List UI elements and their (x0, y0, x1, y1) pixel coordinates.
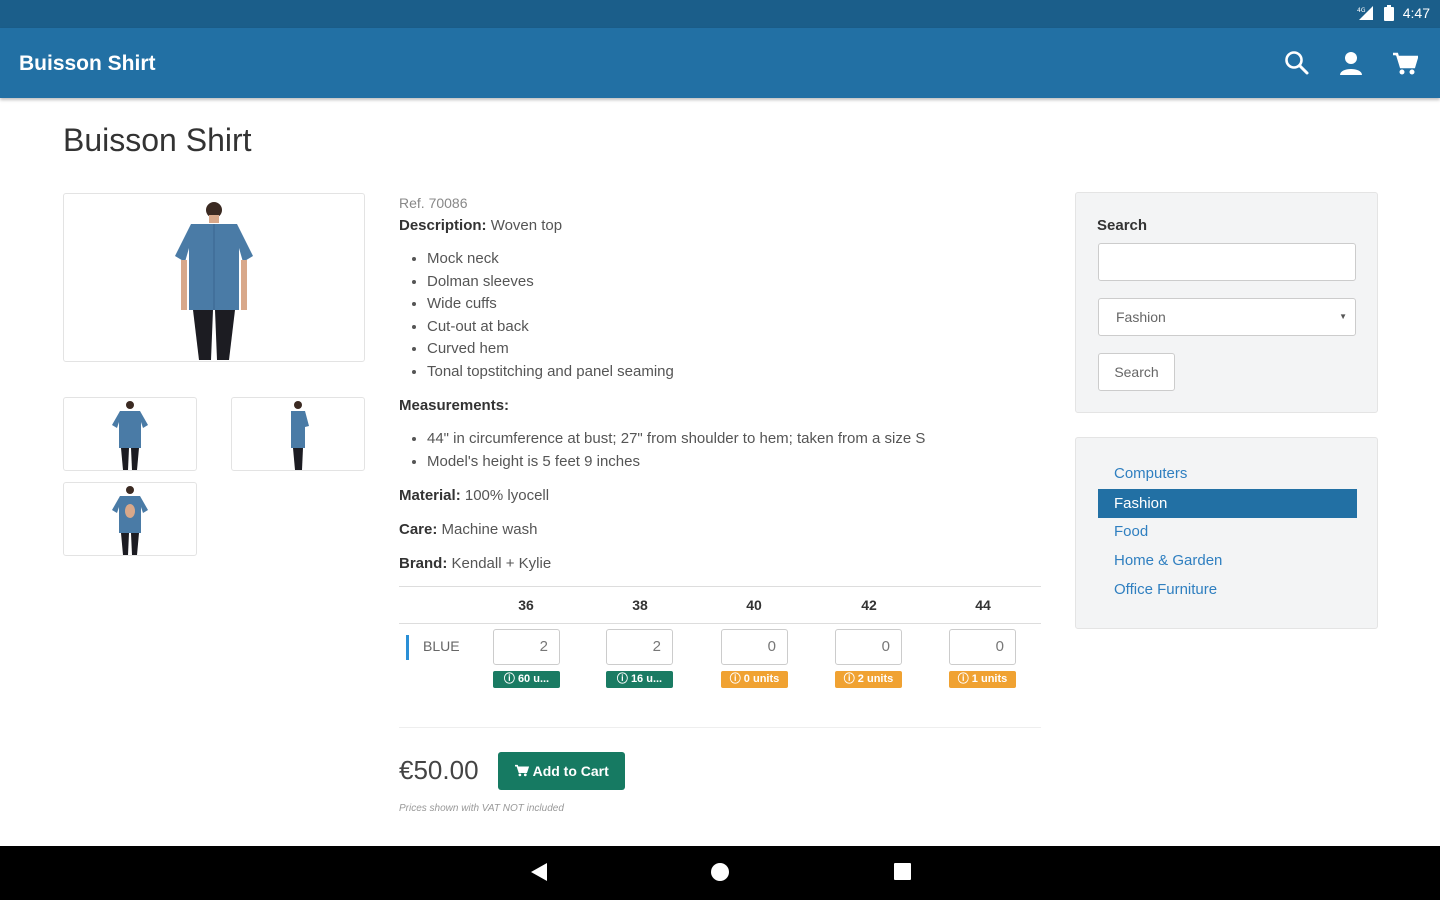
size-header: 38 (632, 597, 648, 613)
material-line: Material: 100% lyocell (399, 487, 549, 504)
cart-icon (514, 763, 532, 779)
brand-value: Kendall + Kylie (451, 555, 552, 572)
product-price: €50.00 (399, 755, 479, 785)
quantity-input[interactable]: 2 (493, 629, 560, 665)
stock-text: 2 units (857, 673, 894, 685)
category-link-fashion[interactable]: Fashion (1098, 489, 1357, 518)
cart-icon[interactable] (1392, 48, 1419, 78)
color-label: BLUE (406, 635, 460, 660)
stock-badge: ⓘ 16 u... (606, 671, 673, 688)
size-header: 44 (975, 597, 991, 613)
size-header: 40 (746, 597, 762, 613)
category-link-home-garden[interactable]: Home & Garden (1098, 546, 1357, 575)
shirt-thumbnail-image (291, 401, 309, 470)
stock-text: 1 units (971, 673, 1008, 685)
search-button[interactable]: Search (1098, 353, 1175, 391)
feature-item: Tonal topstitching and panel seaming (427, 361, 674, 384)
care-line: Care: Machine wash (399, 521, 537, 538)
description-value: Woven top (490, 217, 563, 234)
stock-badge: ⓘ 1 units (949, 671, 1016, 688)
size-header: 36 (518, 597, 534, 613)
search-input[interactable] (1098, 243, 1356, 281)
home-icon[interactable] (710, 862, 730, 887)
search-panel: Search Fashion ▼ Search (1075, 192, 1378, 413)
price-note: Prices shown with VAT NOT included (399, 803, 564, 814)
stock-text: 16 u... (630, 673, 663, 685)
add-to-cart-label: Add to Cart (532, 763, 609, 779)
search-label: Search (1097, 217, 1148, 234)
shirt-thumbnail-image (112, 401, 148, 470)
add-to-cart-button[interactable]: Add to Cart (498, 752, 625, 790)
variant-grid: 36 38 40 42 44 BLUE 2 2 0 0 0 ⓘ 60 u... … (399, 586, 1041, 728)
app-title: Buisson Shirt (19, 52, 156, 75)
measurements-label: Measurements: (399, 397, 510, 414)
measurement-item: Model's height is 5 feet 9 inches (427, 451, 925, 474)
brand-label: Brand: (399, 555, 448, 572)
stock-badge: ⓘ 0 units (721, 671, 788, 688)
category-panel: Computers Fashion Food Home & Garden Off… (1075, 437, 1378, 629)
quantity-input[interactable]: 2 (606, 629, 673, 665)
category-link-office-furniture[interactable]: Office Furniture (1098, 575, 1357, 604)
product-main-image[interactable] (63, 193, 365, 362)
feature-item: Curved hem (427, 338, 674, 361)
measurement-item: 44" in circumference at bust; 27" from s… (427, 428, 925, 451)
material-label: Material: (399, 487, 461, 504)
material-value: 100% lyocell (464, 487, 550, 504)
app-bar: Buisson Shirt (0, 28, 1440, 98)
svg-text:4G: 4G (1357, 7, 1366, 14)
brand-line: Brand: Kendall + Kylie (399, 555, 551, 572)
feature-item: Wide cuffs (427, 293, 674, 316)
quantity-input[interactable]: 0 (721, 629, 788, 665)
product-thumbnail[interactable] (63, 482, 197, 556)
description-line: Description: Woven top (399, 217, 562, 234)
page-title: Buisson Shirt (63, 122, 252, 158)
measurements-line: Measurements: (399, 397, 509, 414)
stock-text: 60 u... (517, 673, 550, 685)
caret-down-icon: ▼ (1339, 312, 1347, 321)
quantity-input[interactable]: 0 (949, 629, 1016, 665)
measurements-list: 44" in circumference at bust; 27" from s… (427, 428, 925, 473)
back-icon[interactable] (530, 862, 548, 887)
care-label: Care: (399, 521, 438, 538)
product-reference: Ref. 70086 (399, 195, 468, 211)
feature-item: Cut-out at back (427, 316, 674, 339)
account-icon[interactable] (1338, 48, 1364, 78)
product-thumbnail[interactable] (63, 397, 197, 471)
category-link-computers[interactable]: Computers (1098, 459, 1357, 488)
stock-badge: ⓘ 2 units (835, 671, 902, 688)
care-value: Machine wash (441, 521, 538, 538)
size-header: 42 (861, 597, 877, 613)
shirt-thumbnail-image (112, 486, 148, 555)
feature-item: Mock neck (427, 248, 674, 271)
feature-list: Mock neck Dolman sleeves Wide cuffs Cut-… (427, 248, 674, 383)
status-bar: 4G 4:47 (0, 0, 1440, 28)
battery-icon (1383, 5, 1395, 21)
category-link-food[interactable]: Food (1098, 517, 1357, 546)
stock-text: 0 units (743, 673, 780, 685)
signal-icon: 4G (1356, 5, 1375, 21)
system-nav-bar (0, 846, 1440, 900)
quantity-input[interactable]: 0 (835, 629, 902, 665)
product-thumbnail[interactable] (231, 397, 365, 471)
search-icon[interactable] (1284, 48, 1310, 78)
recents-icon[interactable] (893, 862, 912, 886)
category-select-value: Fashion (1116, 309, 1166, 325)
category-select[interactable]: Fashion ▼ (1098, 298, 1356, 336)
clock-text: 4:47 (1402, 5, 1430, 21)
description-label: Description: (399, 217, 487, 234)
shirt-image (175, 202, 253, 360)
size-header-row: 36 38 40 42 44 (399, 587, 1041, 624)
feature-item: Dolman sleeves (427, 271, 674, 294)
stock-badge: ⓘ 60 u... (493, 671, 560, 688)
